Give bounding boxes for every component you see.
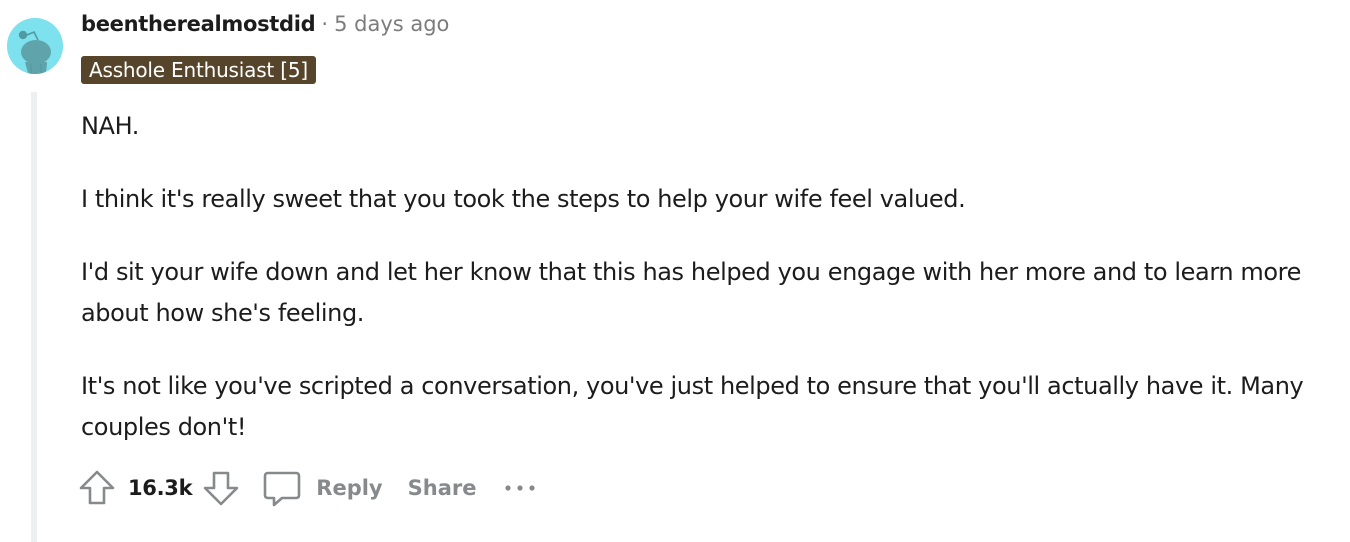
comment-timestamp[interactable]: 5 days ago [334,12,449,36]
comment-header: beentherealmostdid · 5 days ago [81,12,449,36]
share-button[interactable]: Share [408,476,477,500]
comment-body: NAH. I think it's really sweet that you … [81,106,1341,480]
more-options-icon [505,485,536,491]
comment-action-bar: 16.3k Reply Share [78,466,536,510]
upvote-button[interactable] [78,469,116,507]
comment-paragraph: NAH. [81,112,140,140]
downvote-button[interactable] [202,469,240,507]
author-username[interactable]: beentherealmostdid [81,12,316,36]
upvote-arrow-icon [79,470,115,505]
avatar[interactable] [7,18,63,74]
comment-bubble-icon [263,471,301,507]
reply-button[interactable]: Reply [262,468,383,508]
meta-separator: · [321,12,329,36]
snoo-avatar-icon [7,18,63,74]
downvote-arrow-icon [203,471,239,506]
comment-paragraph: I think it's really sweet that you took … [81,185,966,213]
thread-line[interactable] [31,92,37,542]
comment-paragraph: It's not like you've scripted a conversa… [81,372,1304,441]
comment-paragraph: I'd sit your wife down and let her know … [81,258,1301,327]
user-flair-badge: Asshole Enthusiast [5] [81,56,316,84]
vote-score: 16.3k [128,476,193,500]
more-options-button[interactable] [504,483,536,493]
reply-label: Reply [316,476,383,500]
